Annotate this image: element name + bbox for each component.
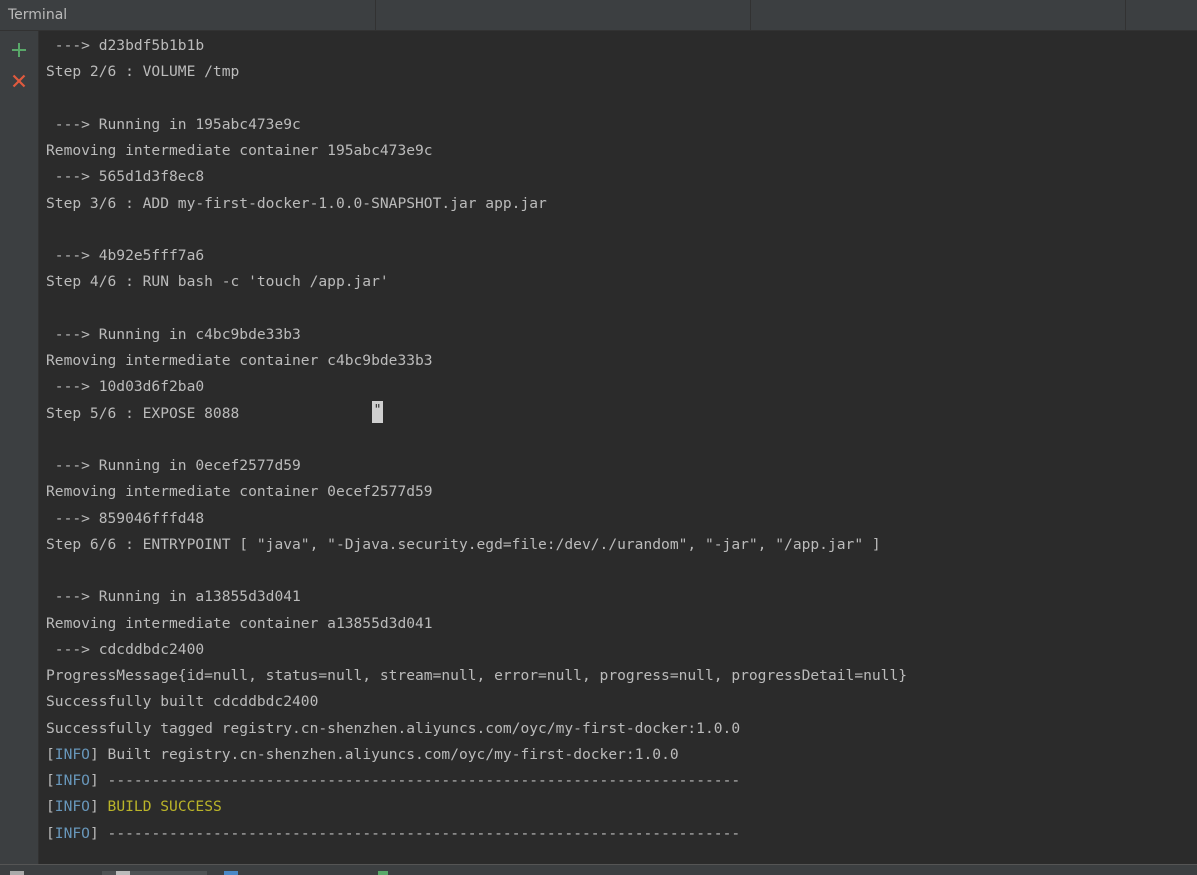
line-text: Successfully tagged registry.cn-shenzhen… [46, 719, 741, 737]
log-bracket: [ [46, 745, 55, 763]
line-text: ---> Running in 195abc473e9c [46, 115, 301, 133]
close-session-button[interactable] [9, 71, 29, 91]
log-level-tag: INFO [54, 824, 90, 842]
log-bracket: [ [46, 824, 55, 842]
terminal-line: Step 4/6 : RUN bash -c 'touch /app.jar' [46, 269, 907, 295]
log-level-tag: INFO [54, 772, 90, 789]
title-bar-divider [750, 0, 751, 30]
line-text: Step 2/6 : VOLUME /tmp [46, 63, 240, 81]
terminal-line: Step 3/6 : ADD my-first-docker-1.0.0-SNA… [46, 191, 907, 217]
log-bracket: [ [46, 772, 55, 789]
title-bar-divider [1125, 0, 1126, 30]
terminal-line: ---> cdcddbdc2400 [46, 637, 907, 663]
terminal-line: [INFO] ---------------------------------… [46, 768, 907, 794]
terminal-line: ProgressMessage{id=null, status=null, st… [46, 663, 907, 689]
line-text: Built registry.cn-shenzhen.aliyuncs.com/… [98, 745, 679, 763]
terminal-line: ---> 565d1d3f8ec8 [46, 164, 907, 190]
line-text: Removing intermediate container c4bc9bde… [46, 352, 433, 369]
line-text: ---> Running in a13855d3d041 [46, 588, 301, 606]
title-bar-divider [375, 0, 376, 30]
line-text: ---> Running in 0ecef2577d59 [46, 457, 301, 474]
line-text: ---> Running in c4bc9bde33b3 [46, 325, 301, 343]
tool-window-tab[interactable] [10, 871, 24, 875]
tool-window-tab[interactable] [224, 871, 238, 875]
terminal-line: Step 5/6 : EXPOSE 8088 [46, 401, 907, 427]
new-session-button[interactable] [9, 40, 29, 60]
line-text: Step 6/6 : ENTRYPOINT [ "java", "-Djava.… [46, 535, 881, 553]
terminal-line: Step 6/6 : ENTRYPOINT [ "java", "-Djava.… [46, 532, 907, 558]
build-success-text: BUILD SUCCESS [107, 798, 222, 816]
line-text: Step 4/6 : RUN bash -c 'touch /app.jar' [46, 273, 389, 291]
log-bracket: [ [46, 798, 55, 816]
terminal-line: ---> d23bdf5b1b1b [46, 33, 907, 59]
line-text: ---> 10d03d6f2ba0 [46, 378, 205, 396]
terminal-line: ---> 859046fffd48 [46, 506, 907, 532]
terminal-line: Step 2/6 : VOLUME /tmp [46, 59, 907, 85]
terminal-line: ---> Running in c4bc9bde33b3 [46, 322, 907, 348]
line-text: Removing intermediate container a13855d3… [46, 614, 433, 632]
line-text: Step 5/6 : EXPOSE 8088 [46, 404, 240, 422]
terminal-line: ---> Running in 0ecef2577d59 [46, 453, 907, 479]
terminal-line: ---> 4b92e5fff7a6 [46, 243, 907, 269]
log-bracket: ] [89, 824, 99, 842]
terminal-title-bar: Terminal [0, 0, 1197, 31]
terminal-line: [INFO] BUILD SUCCESS [46, 794, 907, 820]
plus-icon [12, 43, 26, 57]
log-level-tag: INFO [54, 798, 90, 816]
terminal-line: ---> Running in 195abc473e9c [46, 112, 907, 138]
terminal-line: [INFO] ---------------------------------… [46, 821, 907, 847]
log-bracket: ] [89, 745, 99, 763]
tool-window-bar [0, 864, 1197, 875]
line-text: ---> d23bdf5b1b1b [46, 37, 205, 54]
line-text: ---> cdcddbdc2400 [46, 640, 205, 658]
terminal-toolbar [0, 31, 39, 864]
log-bracket: ] [89, 772, 99, 789]
text-cursor: " [372, 401, 383, 423]
close-icon [12, 74, 26, 88]
terminal-output[interactable]: ---> d23bdf5b1b1b Step 2/6 : VOLUME /tmp … [39, 31, 1197, 864]
terminal-lines: ---> d23bdf5b1b1b Step 2/6 : VOLUME /tmp … [46, 33, 907, 847]
line-text: ---> 859046fffd48 [46, 509, 205, 527]
line-text: Removing intermediate container 0ecef257… [46, 483, 433, 501]
terminal-line: Removing intermediate container a13855d3… [46, 611, 907, 637]
line-text: Successfully built cdcddbdc2400 [46, 693, 319, 711]
line-text: Step 3/6 : ADD my-first-docker-1.0.0-SNA… [46, 194, 547, 212]
terminal-line: Removing intermediate container c4bc9bde… [46, 348, 907, 374]
terminal-icon [116, 871, 130, 875]
line-text: Removing intermediate container 195abc47… [46, 142, 433, 159]
terminal-line: Removing intermediate container 0ecef257… [46, 479, 907, 505]
line-text: ----------------------------------------… [98, 772, 741, 789]
line-text: ---> 4b92e5fff7a6 [46, 247, 205, 264]
terminal-window: Terminal ---> d23bdf5b1b1b Step 2/6 : VOL… [0, 0, 1197, 875]
terminal-line: Successfully built cdcddbdc2400 [46, 689, 907, 715]
line-text: ProgressMessage{id=null, status=null, st… [46, 667, 908, 684]
terminal-line: Removing intermediate container 195abc47… [46, 138, 907, 164]
log-level-tag: INFO [54, 745, 90, 763]
terminal-line: [INFO] Built registry.cn-shenzhen.aliyun… [46, 742, 907, 768]
line-text [99, 798, 108, 815]
tool-window-tab[interactable] [378, 871, 388, 875]
terminal-line: ---> 10d03d6f2ba0 [46, 374, 907, 400]
line-text: ---> 565d1d3f8ec8 [46, 168, 205, 186]
terminal-line: Successfully tagged registry.cn-shenzhen… [46, 716, 907, 742]
log-bracket: ] [89, 798, 99, 816]
terminal-line: ---> Running in a13855d3d041 [46, 584, 907, 610]
line-text: ----------------------------------------… [98, 824, 741, 842]
terminal-title: Terminal [8, 7, 68, 23]
